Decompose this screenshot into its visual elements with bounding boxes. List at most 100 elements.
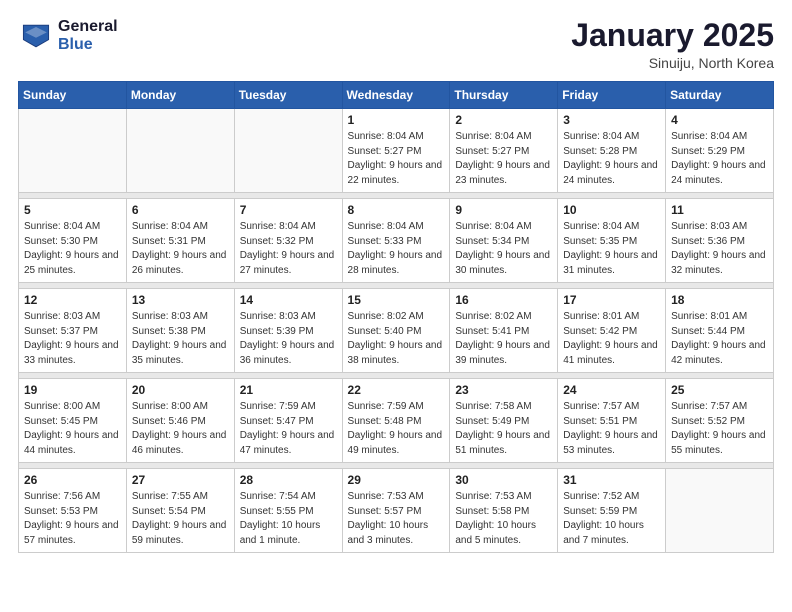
weekday-header-sunday: Sunday (19, 82, 127, 109)
calendar-cell: 31 Sunrise: 7:52 AM Sunset: 5:59 PM Dayli… (558, 469, 666, 553)
day-info: Sunrise: 8:04 AM Sunset: 5:35 PM Dayligh… (563, 220, 660, 278)
calendar-cell: 25 Sunrise: 7:57 AM Sunset: 5:52 PM Dayli… (666, 379, 774, 463)
day-number: 13 (132, 293, 229, 307)
calendar-cell: 22Sunrise: 7:59 AM Sunset: 5:48 PM Dayli… (342, 379, 450, 463)
day-info: Sunrise: 8:02 AM Sunset: 5:40 PM Dayligh… (348, 310, 445, 368)
week-row-3: 12Sunrise: 8:03 AM Sunset: 5:37 PM Dayli… (19, 289, 774, 373)
day-info: Sunrise: 8:03 AM Sunset: 5:36 PM Dayligh… (671, 220, 768, 278)
calendar-cell (19, 109, 127, 193)
logo: General Blue (18, 18, 118, 54)
day-info: Sunrise: 7:53 AM Sunset: 5:58 PM Dayligh… (455, 490, 552, 548)
calendar-cell (666, 469, 774, 553)
calendar-cell: 28 Sunrise: 7:54 AM Sunset: 5:55 PM Dayli… (234, 469, 342, 553)
calendar-cell: 12Sunrise: 8:03 AM Sunset: 5:37 PM Dayli… (19, 289, 127, 373)
day-number: 19 (24, 383, 121, 397)
calendar-cell: 11 Sunrise: 8:03 AM Sunset: 5:36 PM Dayli… (666, 199, 774, 283)
calendar-cell: 8 Sunrise: 8:04 AM Sunset: 5:33 PM Daylig… (342, 199, 450, 283)
day-info: Sunrise: 8:00 AM Sunset: 5:45 PM Dayligh… (24, 400, 121, 458)
day-info: Sunrise: 8:03 AM Sunset: 5:39 PM Dayligh… (240, 310, 337, 368)
title-block: January 2025 Sinuiju, North Korea (571, 18, 774, 71)
day-info: Sunrise: 8:03 AM Sunset: 5:37 PM Dayligh… (24, 310, 121, 368)
calendar-cell: 7 Sunrise: 8:04 AM Sunset: 5:32 PM Daylig… (234, 199, 342, 283)
calendar-cell: 1 Sunrise: 8:04 AM Sunset: 5:27 PM Daylig… (342, 109, 450, 193)
day-number: 15 (348, 293, 445, 307)
logo-icon (18, 18, 54, 54)
calendar-cell: 10 Sunrise: 8:04 AM Sunset: 5:35 PM Dayli… (558, 199, 666, 283)
calendar-cell: 29Sunrise: 7:53 AM Sunset: 5:57 PM Dayli… (342, 469, 450, 553)
calendar-cell: 27 Sunrise: 7:55 AM Sunset: 5:54 PM Dayli… (126, 469, 234, 553)
day-number: 4 (671, 113, 768, 127)
day-number: 30 (455, 473, 552, 487)
day-info: Sunrise: 7:54 AM Sunset: 5:55 PM Dayligh… (240, 490, 337, 548)
logo-text: General Blue (58, 18, 118, 53)
day-info: Sunrise: 7:58 AM Sunset: 5:49 PM Dayligh… (455, 400, 552, 458)
day-number: 5 (24, 203, 121, 217)
day-number: 26 (24, 473, 121, 487)
day-number: 28 (240, 473, 337, 487)
page: General Blue January 2025 Sinuiju, North… (0, 0, 792, 571)
calendar-table: SundayMondayTuesdayWednesdayThursdayFrid… (18, 81, 774, 553)
day-info: Sunrise: 7:57 AM Sunset: 5:52 PM Dayligh… (671, 400, 768, 458)
day-info: Sunrise: 7:55 AM Sunset: 5:54 PM Dayligh… (132, 490, 229, 548)
calendar-cell: 9 Sunrise: 8:04 AM Sunset: 5:34 PM Daylig… (450, 199, 558, 283)
day-number: 25 (671, 383, 768, 397)
calendar-cell: 20Sunrise: 8:00 AM Sunset: 5:46 PM Dayli… (126, 379, 234, 463)
week-row-5: 26Sunrise: 7:56 AM Sunset: 5:53 PM Dayli… (19, 469, 774, 553)
calendar-cell: 3Sunrise: 8:04 AM Sunset: 5:28 PM Daylig… (558, 109, 666, 193)
calendar-cell: 24 Sunrise: 7:57 AM Sunset: 5:51 PM Dayli… (558, 379, 666, 463)
day-info: Sunrise: 8:04 AM Sunset: 5:32 PM Dayligh… (240, 220, 337, 278)
day-number: 24 (563, 383, 660, 397)
day-info: Sunrise: 7:52 AM Sunset: 5:59 PM Dayligh… (563, 490, 660, 548)
day-number: 9 (455, 203, 552, 217)
day-number: 1 (348, 113, 445, 127)
day-info: Sunrise: 8:04 AM Sunset: 5:28 PM Dayligh… (563, 130, 660, 188)
day-info: Sunrise: 8:01 AM Sunset: 5:42 PM Dayligh… (563, 310, 660, 368)
day-info: Sunrise: 8:02 AM Sunset: 5:41 PM Dayligh… (455, 310, 552, 368)
header: General Blue January 2025 Sinuiju, North… (18, 18, 774, 71)
calendar-cell: 5Sunrise: 8:04 AM Sunset: 5:30 PM Daylig… (19, 199, 127, 283)
calendar-cell (126, 109, 234, 193)
day-number: 10 (563, 203, 660, 217)
calendar-cell: 19 Sunrise: 8:00 AM Sunset: 5:45 PM Dayli… (19, 379, 127, 463)
day-number: 27 (132, 473, 229, 487)
week-row-1: 1 Sunrise: 8:04 AM Sunset: 5:27 PM Daylig… (19, 109, 774, 193)
month-title: January 2025 (571, 18, 774, 53)
day-info: Sunrise: 8:00 AM Sunset: 5:46 PM Dayligh… (132, 400, 229, 458)
calendar-cell: 21Sunrise: 7:59 AM Sunset: 5:47 PM Dayli… (234, 379, 342, 463)
day-number: 7 (240, 203, 337, 217)
day-number: 23 (455, 383, 552, 397)
calendar-cell: 4Sunrise: 8:04 AM Sunset: 5:29 PM Daylig… (666, 109, 774, 193)
day-info: Sunrise: 8:04 AM Sunset: 5:33 PM Dayligh… (348, 220, 445, 278)
weekday-header-row: SundayMondayTuesdayWednesdayThursdayFrid… (19, 82, 774, 109)
day-number: 8 (348, 203, 445, 217)
day-info: Sunrise: 7:57 AM Sunset: 5:51 PM Dayligh… (563, 400, 660, 458)
logo-general-label: General (58, 18, 118, 36)
calendar-cell: 26Sunrise: 7:56 AM Sunset: 5:53 PM Dayli… (19, 469, 127, 553)
day-info: Sunrise: 8:01 AM Sunset: 5:44 PM Dayligh… (671, 310, 768, 368)
calendar-cell: 23 Sunrise: 7:58 AM Sunset: 5:49 PM Dayli… (450, 379, 558, 463)
calendar-cell (234, 109, 342, 193)
day-number: 2 (455, 113, 552, 127)
weekday-header-thursday: Thursday (450, 82, 558, 109)
day-number: 29 (348, 473, 445, 487)
day-number: 31 (563, 473, 660, 487)
weekday-header-monday: Monday (126, 82, 234, 109)
calendar-cell: 14 Sunrise: 8:03 AM Sunset: 5:39 PM Dayli… (234, 289, 342, 373)
day-number: 16 (455, 293, 552, 307)
day-number: 17 (563, 293, 660, 307)
week-row-2: 5Sunrise: 8:04 AM Sunset: 5:30 PM Daylig… (19, 199, 774, 283)
calendar-cell: 16 Sunrise: 8:02 AM Sunset: 5:41 PM Dayli… (450, 289, 558, 373)
weekday-header-friday: Friday (558, 82, 666, 109)
weekday-header-saturday: Saturday (666, 82, 774, 109)
day-info: Sunrise: 7:59 AM Sunset: 5:47 PM Dayligh… (240, 400, 337, 458)
day-number: 18 (671, 293, 768, 307)
day-info: Sunrise: 8:03 AM Sunset: 5:38 PM Dayligh… (132, 310, 229, 368)
day-info: Sunrise: 8:04 AM Sunset: 5:34 PM Dayligh… (455, 220, 552, 278)
day-number: 14 (240, 293, 337, 307)
day-info: Sunrise: 8:04 AM Sunset: 5:27 PM Dayligh… (455, 130, 552, 188)
day-info: Sunrise: 8:04 AM Sunset: 5:27 PM Dayligh… (348, 130, 445, 188)
calendar-cell: 18 Sunrise: 8:01 AM Sunset: 5:44 PM Dayli… (666, 289, 774, 373)
calendar-cell: 6Sunrise: 8:04 AM Sunset: 5:31 PM Daylig… (126, 199, 234, 283)
calendar-cell: 17 Sunrise: 8:01 AM Sunset: 5:42 PM Dayli… (558, 289, 666, 373)
day-number: 11 (671, 203, 768, 217)
